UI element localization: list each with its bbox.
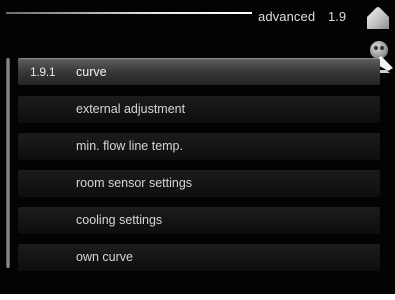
- menu-list: 1.9.1 curve external adjustment min. flo…: [0, 0, 395, 294]
- menu-item-min-flow-line-temp[interactable]: min. flow line temp.: [18, 133, 380, 160]
- menu-item-label: min. flow line temp.: [76, 139, 183, 153]
- menu-item-room-sensor-settings[interactable]: room sensor settings: [18, 170, 380, 197]
- menu-item-cooling-settings[interactable]: cooling settings: [18, 207, 380, 234]
- menu-item-label: own curve: [76, 250, 133, 264]
- menu-item-external-adjustment[interactable]: external adjustment: [18, 96, 380, 123]
- bottom-margin: [0, 294, 395, 300]
- menu-item-label: cooling settings: [76, 213, 163, 227]
- menu-item-number: 1.9.1: [30, 65, 56, 79]
- menu-item-label: room sensor settings: [76, 176, 193, 190]
- menu-item-label: curve: [76, 65, 107, 79]
- menu-item-curve[interactable]: 1.9.1 curve: [18, 58, 380, 85]
- display-screen: advanced 1.9 1.9.1 curve external adjust…: [0, 0, 395, 294]
- menu-item-label: external adjustment: [76, 102, 186, 116]
- menu-item-own-curve[interactable]: own curve: [18, 244, 380, 271]
